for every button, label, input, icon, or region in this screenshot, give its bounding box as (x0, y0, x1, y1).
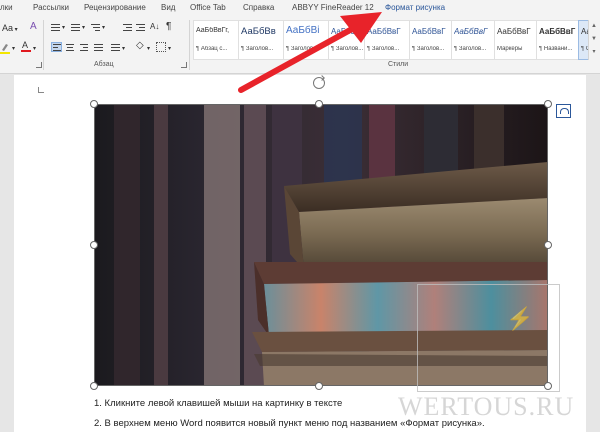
clear-formatting-icon[interactable]: A (30, 21, 37, 33)
line-spacing-icon[interactable] (110, 42, 121, 52)
line-spacing-dropdown-icon[interactable]: ▾ (122, 43, 125, 55)
tab-help[interactable]: Справка (243, 3, 274, 12)
resize-handle-top-left[interactable] (90, 100, 98, 108)
multilevel-list-icon[interactable] (90, 22, 101, 32)
paragraph-group-label: Абзац (94, 61, 114, 68)
change-case-button[interactable]: Aa ▾ (2, 22, 18, 36)
watermark-logo-icon: ⚡ (506, 306, 534, 331)
styles-group-label: Стили (388, 61, 409, 68)
tab-review[interactable]: Рецензирование (84, 3, 146, 12)
list-item: 1. Кликните левой клавишей мыши на карти… (94, 398, 343, 409)
styles-gallery-scroll[interactable]: ▲ ▼ ▾ (588, 20, 599, 60)
layout-options-icon[interactable] (556, 104, 571, 118)
more-styles-icon[interactable]: ▾ (589, 46, 599, 59)
tab-abbyy[interactable]: ABBYY FineReader 12 (292, 3, 374, 12)
borders-dropdown-icon[interactable]: ▾ (168, 43, 171, 55)
multilevel-dropdown-icon[interactable]: ▾ (102, 22, 105, 34)
numbering-icon[interactable] (70, 22, 81, 32)
margin-marker (38, 87, 44, 93)
ribbon-tabs: лки Рассылки Рецензирование Вид Office T… (0, 0, 600, 16)
font-color-dropdown-icon[interactable]: ▾ (33, 43, 36, 55)
chevron-down-icon[interactable]: ▼ (589, 33, 599, 46)
tab-mailings[interactable]: Рассылки (33, 3, 69, 12)
site-watermark: WERTOUS.RU (398, 392, 575, 421)
resize-handle-top-right[interactable] (544, 100, 552, 108)
shading-dropdown-icon[interactable]: ▾ (147, 43, 150, 55)
decrease-indent-icon[interactable] (122, 22, 133, 32)
sort-icon[interactable]: A↓ (150, 21, 159, 33)
borders-icon[interactable] (156, 42, 166, 52)
paragraph-dialog-launcher-icon[interactable] (181, 62, 187, 68)
tab-picture-format[interactable]: Формат рисунка (385, 3, 445, 12)
resize-handle-bottom[interactable] (315, 382, 323, 390)
align-center-icon[interactable] (65, 42, 76, 52)
resize-handle-right[interactable] (544, 241, 552, 249)
group-divider (43, 20, 44, 70)
tab-links[interactable]: лки (0, 3, 13, 12)
font-color-icon[interactable]: A (21, 40, 31, 56)
increase-indent-icon[interactable] (135, 22, 146, 32)
font-dialog-launcher-icon[interactable] (36, 62, 42, 68)
resize-handle-bottom-left[interactable] (90, 382, 98, 390)
resize-handle-left[interactable] (90, 241, 98, 249)
tab-view[interactable]: Вид (161, 3, 175, 12)
justify-icon[interactable] (93, 42, 104, 52)
watermark-frame (417, 284, 560, 392)
svg-text:A: A (22, 40, 28, 50)
show-marks-button[interactable]: ¶ (166, 21, 171, 33)
highlight-icon[interactable] (0, 42, 10, 54)
rotate-handle-icon[interactable] (313, 77, 325, 89)
align-right-icon[interactable] (79, 42, 90, 52)
bullets-dropdown-icon[interactable]: ▾ (62, 22, 65, 34)
align-left-icon[interactable] (51, 42, 62, 52)
chevron-up-icon[interactable]: ▲ (589, 20, 599, 33)
shading-icon[interactable]: ◇ (136, 40, 144, 52)
tab-office-tab[interactable]: Office Tab (190, 3, 226, 12)
highlight-dropdown-icon[interactable]: ▾ (12, 43, 15, 55)
numbering-dropdown-icon[interactable]: ▾ (82, 22, 85, 34)
ribbon: Aa ▾ A ▾ A ▾ ▾ ▾ ▾ A↓ ¶ ▾ ◇ ▾ ▾ Абзац Аа… (0, 16, 600, 74)
group-divider (189, 20, 190, 70)
resize-handle-top[interactable] (315, 100, 323, 108)
bullets-icon[interactable] (50, 22, 61, 32)
